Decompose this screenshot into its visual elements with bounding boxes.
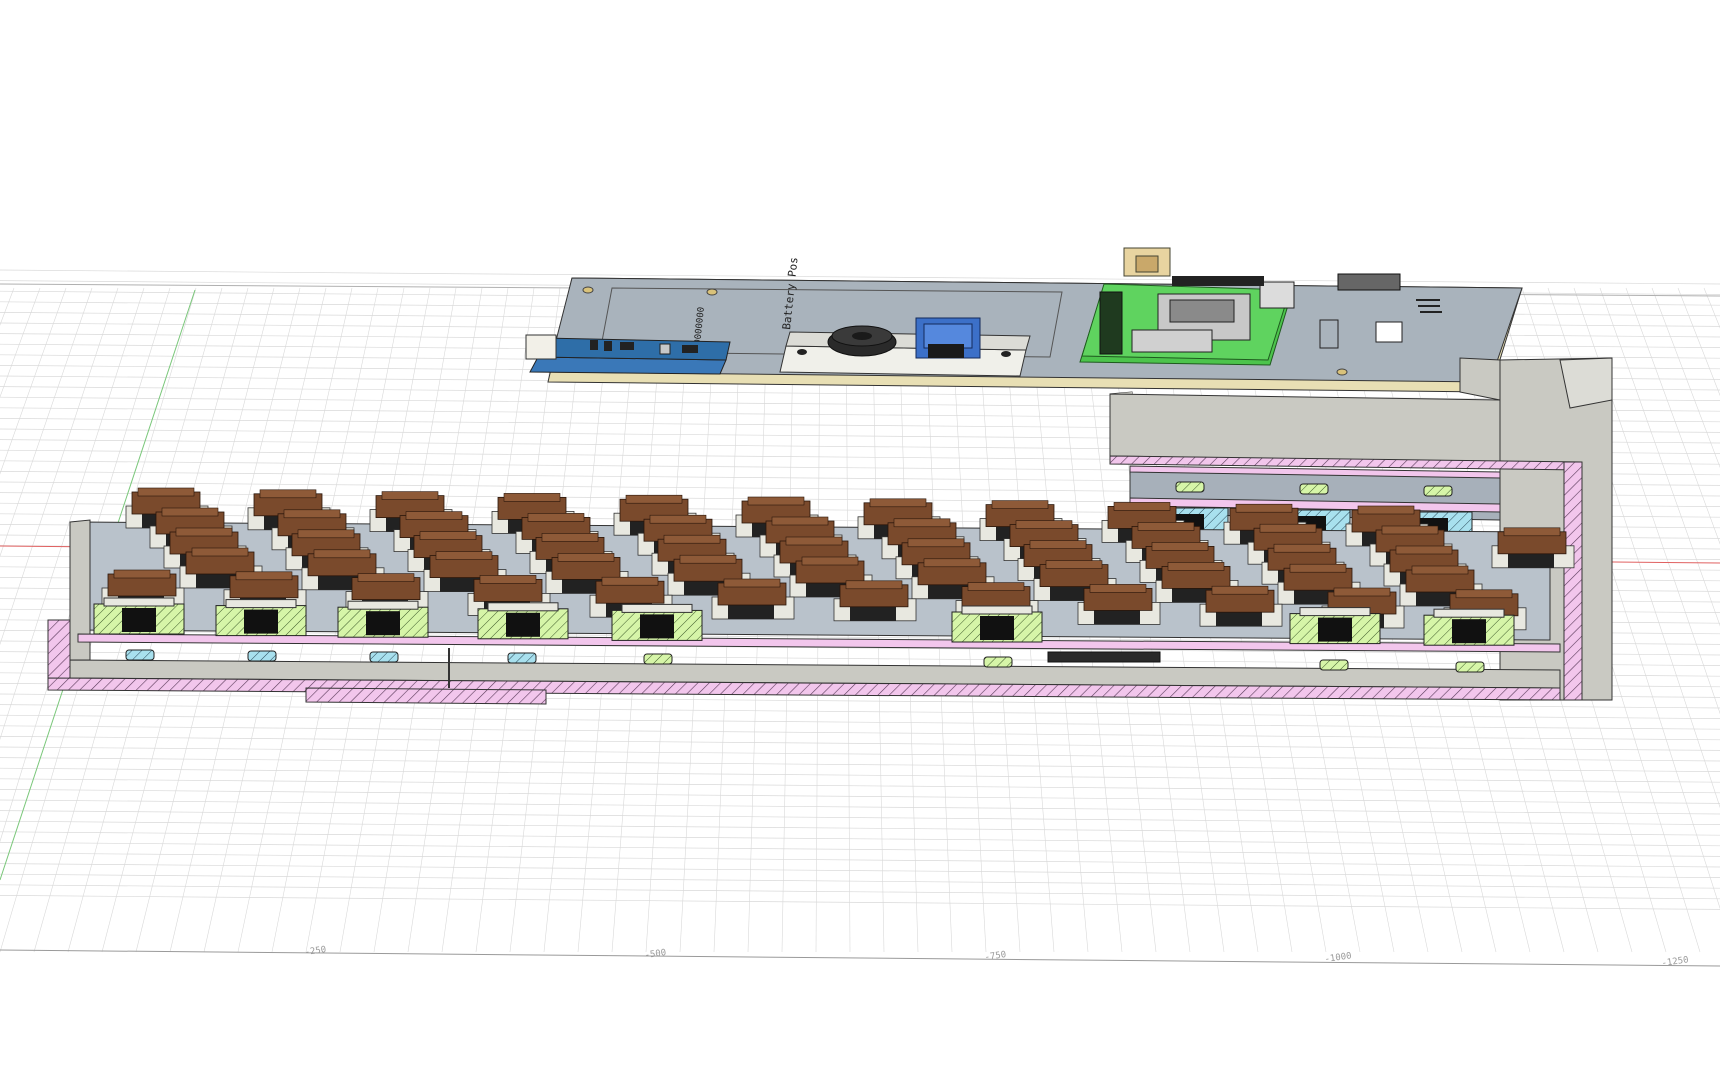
keycap-top (357, 573, 415, 582)
switch-housing (1094, 610, 1140, 625)
keycap-top (1503, 527, 1561, 537)
front-switch-section (215, 599, 307, 637)
keycap-top (649, 514, 707, 524)
keycap-top (967, 582, 1025, 591)
keycap-top (625, 494, 683, 504)
keycap-top (113, 569, 171, 579)
ffc-connector (1047, 651, 1161, 663)
front-switch-section (93, 597, 185, 635)
keycap-top (771, 516, 829, 526)
keycap-top (1259, 523, 1317, 533)
front-switch-section (951, 605, 1043, 643)
tick-label: -250 (304, 945, 327, 958)
keycap-top (191, 547, 249, 557)
cad-viewport[interactable]: -250 -500 -750 -1000 -1250 Battery Pos 0… (0, 0, 1720, 1066)
tick-label: -1250 (1661, 955, 1689, 969)
keycap-top (1455, 589, 1513, 599)
keycap-top (893, 518, 951, 528)
front-switch-section (611, 603, 703, 641)
front-switch-section (1423, 608, 1515, 646)
keycap-top (283, 509, 341, 519)
keycap-top (679, 554, 737, 564)
keycap-top (541, 533, 599, 542)
keycap-top (419, 531, 477, 540)
keycap-top (435, 551, 493, 560)
keycap-top (1411, 565, 1469, 575)
keycap-top (869, 498, 927, 508)
keycap-top (297, 529, 355, 539)
keycap-top (1235, 503, 1293, 513)
keycap-top (845, 580, 903, 590)
keycap-top (1273, 543, 1331, 553)
keycap-top (1167, 562, 1225, 571)
tick-label: -750 (984, 950, 1007, 963)
keycap-top (381, 491, 439, 500)
cad-3d-scene[interactable]: -250 -500 -750 -1000 -1250 Battery Pos 0… (0, 0, 1720, 1066)
axis-tick-labels: -250 -500 -750 -1000 -1250 (304, 945, 1689, 969)
keycap-top (527, 513, 585, 522)
keycap-top (991, 500, 1049, 509)
keycap-top (923, 558, 981, 568)
keycap-top (1029, 540, 1087, 549)
keycap-top (785, 536, 843, 546)
keycap-top (161, 507, 219, 517)
keycap-top (557, 553, 615, 562)
pin-header (1099, 291, 1123, 355)
keycap-top (1395, 545, 1453, 555)
keycap-top (723, 578, 781, 588)
keycap-top (1045, 560, 1103, 569)
keycap-top (1333, 587, 1391, 597)
tick-label: -500 (644, 948, 667, 961)
keycap-top (503, 493, 561, 502)
keycap-top (1015, 520, 1073, 529)
switch-housing (728, 605, 774, 619)
keycap-top (137, 487, 195, 497)
front-switch-section (1289, 607, 1381, 645)
keycap-top (259, 489, 317, 499)
keycap-top (479, 575, 537, 584)
keycap-top (1089, 584, 1147, 593)
keycap-top (1113, 502, 1171, 511)
switch-housing (1216, 612, 1262, 627)
keycap-top (1151, 542, 1209, 551)
keycap-top (175, 527, 233, 537)
keycap-top (663, 534, 721, 544)
keycap-top (601, 576, 659, 586)
keycap-top (801, 556, 859, 566)
keycap-top (747, 496, 805, 506)
front-switch-section (337, 600, 429, 638)
keycap-top (1137, 522, 1195, 531)
keycap-top (313, 549, 371, 559)
keycap-top (1211, 585, 1269, 595)
switch-housing (850, 606, 896, 621)
keycap-top (1357, 505, 1415, 515)
keycap-top (1289, 563, 1347, 573)
keycap-top (1381, 525, 1439, 535)
charger-module[interactable] (525, 334, 731, 375)
keycap-top (405, 511, 463, 520)
switch-housing (1508, 553, 1554, 568)
keycap-top (907, 538, 965, 548)
front-switch-section (477, 602, 569, 640)
keycap-top (235, 571, 293, 581)
